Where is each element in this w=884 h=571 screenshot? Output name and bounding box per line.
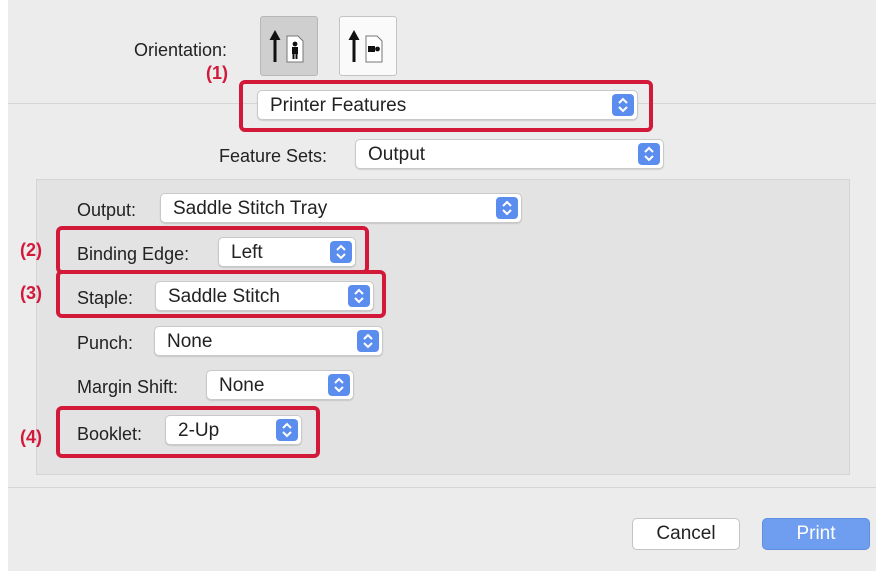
feature-sets-popup[interactable]: Output xyxy=(355,139,664,169)
binding-edge-value: Left xyxy=(231,242,263,263)
callout-number-1: (1) xyxy=(206,63,228,83)
output-popup[interactable]: Saddle Stitch Tray xyxy=(160,193,522,223)
chevron-updown-icon xyxy=(276,419,298,441)
feature-sets-label: Feature Sets: xyxy=(219,146,328,166)
callout-number-2: (2) xyxy=(20,240,42,260)
punch-label: Punch: xyxy=(77,333,134,353)
margin-shift-popup[interactable]: None xyxy=(206,370,354,400)
output-value: Saddle Stitch Tray xyxy=(173,198,328,219)
staple-value: Saddle Stitch xyxy=(168,286,280,307)
booklet-popup[interactable]: 2-Up xyxy=(165,415,302,445)
punch-value: None xyxy=(167,331,213,352)
landscape-orientation-button[interactable] xyxy=(339,16,397,76)
chevron-updown-icon xyxy=(496,197,518,219)
chevron-updown-icon xyxy=(357,330,379,352)
orientation-label: Orientation: xyxy=(134,40,228,60)
portrait-orientation-button[interactable] xyxy=(260,16,318,76)
binding-edge-label: Binding Edge: xyxy=(77,244,190,264)
portrait-icon xyxy=(269,30,304,63)
booklet-label: Booklet: xyxy=(77,424,143,444)
booklet-value: 2-Up xyxy=(178,420,220,441)
output-label: Output: xyxy=(77,200,137,220)
cancel-button[interactable]: Cancel xyxy=(632,518,740,550)
staple-label: Staple: xyxy=(77,288,134,308)
punch-popup[interactable]: None xyxy=(154,326,383,356)
margin-shift-value: None xyxy=(219,375,265,396)
chevron-updown-icon xyxy=(330,241,352,263)
chevron-updown-icon xyxy=(638,143,660,165)
landscape-icon xyxy=(348,30,383,63)
binding-edge-popup[interactable]: Left xyxy=(218,237,356,267)
callout-number-4: (4) xyxy=(20,427,42,447)
callout-box-1 xyxy=(239,80,653,132)
print-button[interactable]: Print xyxy=(762,518,870,550)
feature-sets-value: Output xyxy=(368,144,426,165)
chevron-updown-icon xyxy=(328,374,350,396)
chevron-updown-icon xyxy=(348,285,370,307)
margin-shift-label: Margin Shift: xyxy=(77,377,179,397)
bottom-divider xyxy=(8,487,876,488)
callout-number-3: (3) xyxy=(20,283,42,303)
staple-popup[interactable]: Saddle Stitch xyxy=(155,281,374,311)
